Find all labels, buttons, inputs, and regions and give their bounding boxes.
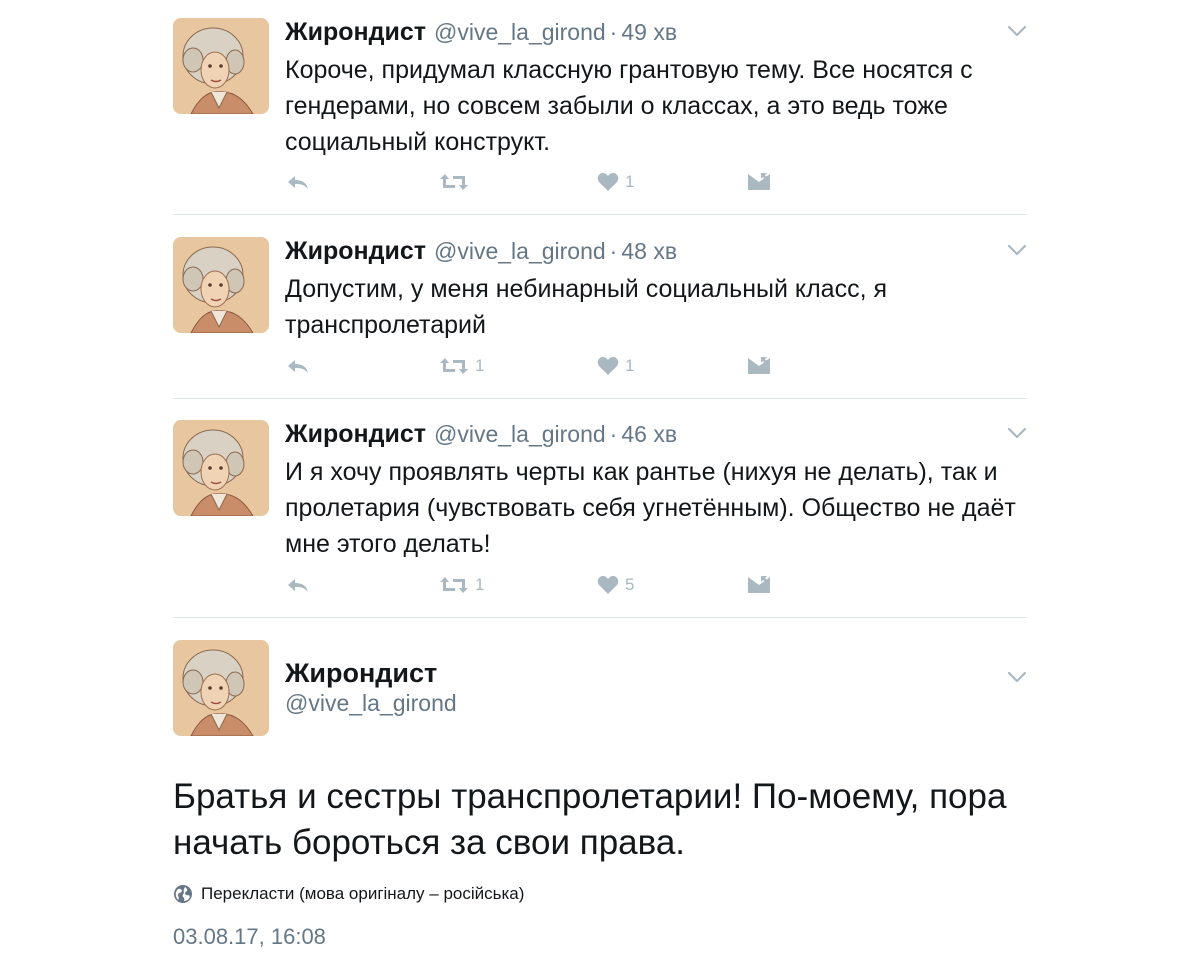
chevron-down-icon[interactable] — [1007, 670, 1027, 684]
direct-message-button[interactable] — [747, 354, 771, 378]
avatar-portrait — [173, 18, 269, 114]
tweet-actions: 1 5 — [285, 573, 785, 597]
user-handle[interactable]: @vive_la_girond — [434, 238, 606, 265]
user-handle[interactable]: @vive_la_girond — [285, 690, 457, 717]
heart-icon — [597, 172, 619, 191]
reply-icon — [288, 579, 308, 592]
heart-icon — [597, 356, 619, 375]
tweet[interactable]: Жирондист @vive_la_girond · 46 хв И я хо… — [173, 420, 1027, 605]
focused-tweet: Жирондист @vive_la_girond Братья и сестр… — [173, 640, 1027, 960]
retweet-button[interactable]: 1 — [439, 354, 484, 378]
tweet-text: Братья и сестры транспролетарии! По-моем… — [173, 777, 1007, 862]
like-count: 1 — [625, 172, 635, 191]
display-name[interactable]: Жирондист — [285, 18, 426, 47]
retweet-button[interactable] — [439, 170, 475, 194]
translate-label[interactable]: Перекласти (мова оригіналу – російська) — [201, 884, 524, 904]
translate-link[interactable]: Перекласти (мова оригіналу – російська) — [173, 884, 524, 904]
display-name[interactable]: Жирондист — [285, 658, 437, 689]
user-handle[interactable]: @vive_la_girond — [434, 19, 606, 46]
display-name[interactable]: Жирондист — [285, 420, 426, 449]
envelope-icon — [748, 576, 770, 593]
display-name[interactable]: Жирондист — [285, 237, 426, 266]
avatar[interactable] — [173, 640, 269, 736]
tweet-header: Жирондист @vive_la_girond · 49 хв — [285, 18, 677, 48]
tweet-text: И я хочу проявлять черты как рантье (них… — [285, 458, 1016, 558]
reply-icon — [288, 176, 308, 189]
avatar-portrait — [173, 640, 269, 736]
separator-dot: · — [609, 19, 618, 45]
divider — [173, 214, 1027, 215]
like-count: 5 — [625, 575, 635, 594]
tweet[interactable]: Жирондист @vive_la_girond · 49 хв Короче… — [173, 18, 1027, 198]
chevron-down-icon[interactable] — [1007, 24, 1027, 38]
user-handle[interactable]: @vive_la_girond — [434, 421, 606, 448]
tweet-text: Короче, придумал классную грантовую тему… — [285, 56, 973, 156]
direct-message-button[interactable] — [747, 573, 771, 597]
retweet-icon — [440, 174, 468, 190]
globe-icon — [174, 885, 192, 903]
retweet-button[interactable]: 1 — [439, 573, 484, 597]
retweet-count: 1 — [475, 575, 485, 594]
tweet-header: Жирондист @vive_la_girond · 46 хв — [285, 420, 677, 450]
tweet-header: Жирондист @vive_la_girond · 48 хв — [285, 237, 677, 267]
divider — [173, 617, 1027, 618]
tweet-date[interactable]: 03.08.17, 16:08 — [173, 924, 326, 950]
avatar-portrait — [173, 420, 269, 516]
timestamp[interactable]: 49 хв — [621, 19, 677, 46]
retweet-count: 1 — [475, 356, 485, 375]
timestamp[interactable]: 48 хв — [621, 238, 677, 265]
reply-button[interactable] — [285, 573, 311, 597]
reply-button[interactable] — [285, 354, 311, 378]
envelope-icon — [748, 357, 770, 374]
reply-button[interactable] — [285, 170, 311, 194]
chevron-down-icon[interactable] — [1007, 426, 1027, 440]
tweet-text: Допустим, у меня небинарный социальный к… — [285, 275, 888, 339]
chevron-down-icon[interactable] — [1007, 243, 1027, 257]
timeline: Жирондист @vive_la_girond · 49 хв Короче… — [0, 0, 1199, 973]
direct-message-button[interactable] — [747, 170, 771, 194]
reply-icon — [288, 360, 308, 373]
like-count: 1 — [625, 356, 635, 375]
like-button[interactable]: 1 — [597, 170, 634, 194]
tweet-actions: 1 — [285, 170, 785, 194]
avatar-portrait — [173, 237, 269, 333]
retweet-icon — [440, 577, 468, 593]
tweet[interactable]: Жирондист @vive_la_girond · 48 хв Допуст… — [173, 237, 1027, 387]
like-button[interactable]: 5 — [597, 573, 634, 597]
like-button[interactable]: 1 — [597, 354, 634, 378]
separator-dot: · — [609, 238, 618, 264]
tweet-actions: 1 1 — [285, 354, 785, 378]
avatar[interactable] — [173, 420, 269, 516]
avatar[interactable] — [173, 18, 269, 114]
divider — [173, 398, 1027, 399]
heart-icon — [597, 575, 619, 594]
envelope-icon — [748, 173, 770, 190]
avatar[interactable] — [173, 237, 269, 333]
separator-dot: · — [609, 421, 618, 447]
timestamp[interactable]: 46 хв — [621, 421, 677, 448]
retweet-icon — [440, 358, 468, 374]
